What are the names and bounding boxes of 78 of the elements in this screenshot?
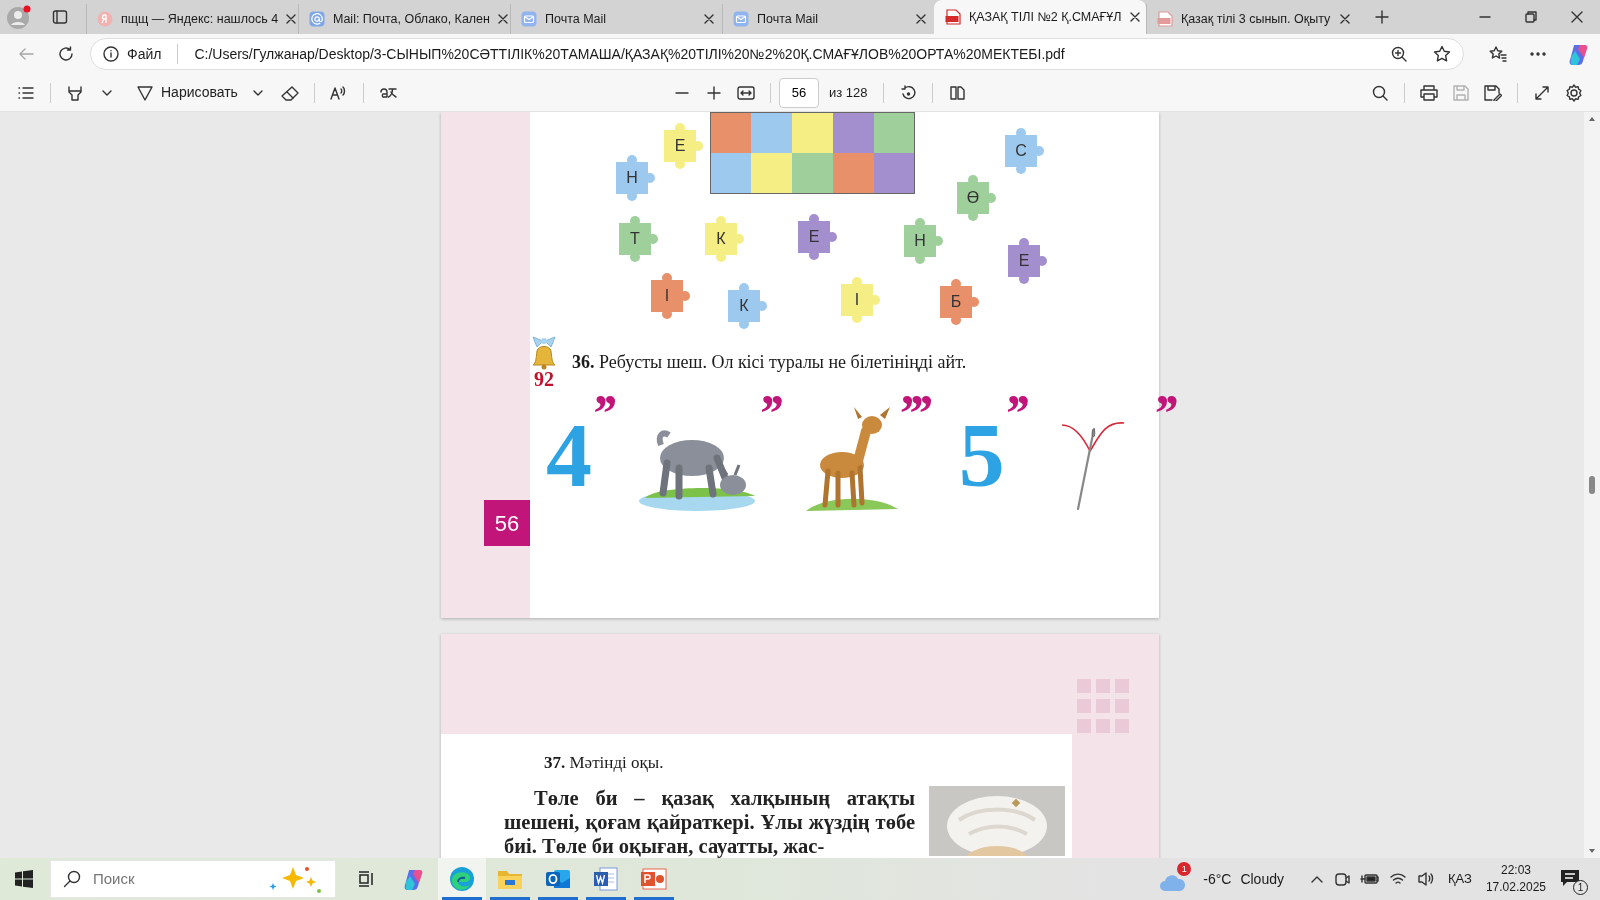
volume-icon[interactable]	[1417, 870, 1434, 888]
puzzle-piece: Ө	[949, 174, 997, 222]
notification-count: 1	[1573, 880, 1588, 895]
quote-marks: ’’	[1004, 393, 1028, 435]
scroll-up-icon[interactable]	[1588, 116, 1596, 122]
weather-condition[interactable]: Cloudy	[1240, 868, 1284, 890]
scroll-down-icon[interactable]	[1588, 848, 1596, 854]
quote-marks: ’’’	[898, 393, 931, 435]
info-icon	[103, 46, 119, 62]
tab-favicon	[945, 9, 961, 25]
taskbar-app-icon[interactable]	[438, 858, 486, 900]
puzzle-piece: Т	[611, 215, 659, 263]
tab-favicon	[97, 11, 113, 27]
clock-time: 22:03	[1500, 862, 1531, 879]
close-icon[interactable]	[286, 14, 297, 24]
tab-title: Почта Mail	[545, 10, 608, 28]
quote-marks: ’’	[1153, 393, 1177, 435]
windows-icon	[15, 870, 33, 888]
quote-marks: ’’	[592, 393, 615, 435]
tab-favicon	[1157, 11, 1173, 27]
puzzle-piece: К	[720, 282, 768, 330]
search-icon	[63, 870, 81, 888]
scheme-label: Файл	[127, 44, 162, 64]
address-bar[interactable]: Файл C:/Users/Гулжанар/Desktop/3-СЫНЫП%20СӘТТІЛІК%20ТАМАША/ҚАЗАҚ%20ТІЛІ%20№2%20Қ.СМАҒҰЛОВ%20ОРТА%20МЕКТЕБІ.pdf	[90, 38, 1464, 70]
close-icon[interactable]	[916, 14, 926, 24]
camera-icon[interactable]	[1334, 871, 1350, 887]
tab-favicon	[309, 11, 325, 27]
draw-button[interactable]: Нарисовать	[137, 78, 238, 107]
puzzle-piece: Б	[932, 278, 980, 326]
reference-number: 92	[534, 369, 554, 389]
draw-icon	[137, 84, 153, 101]
tab-favicon	[521, 11, 537, 27]
tab-title: ҚАЗАҚ ТІЛІ №2 Қ.СМАҒҰЛ	[969, 8, 1122, 26]
search-bar[interactable]: Поиск	[50, 860, 336, 898]
browser-tab[interactable]: ҚАЗАҚ ТІЛІ №2 Қ.СМАҒҰЛ	[934, 0, 1146, 34]
tab-title: пщщ — Яндекс: нашлось 4	[121, 10, 279, 28]
scrollbar-thumb[interactable]	[1589, 476, 1595, 494]
profile-icon[interactable]	[6, 4, 32, 30]
copilot-icon[interactable]	[1568, 43, 1590, 65]
paragraph: Төле би – қазақ халқының атақты шешені, қоғам қайраткері. Ұлы жүздің төбе биі. Төле би оқыған, сауатты, жас-	[504, 785, 915, 858]
tab-title: Қазақ тілі 3 сынып. Оқыту	[1181, 10, 1332, 28]
puzzle-piece: І	[833, 276, 881, 324]
tab-title: Mail: Почта, Облако, Кален	[333, 10, 490, 28]
puzzle-piece: К	[697, 215, 745, 263]
url-text: C:/Users/Гулжанар/Desktop/3-СЫНЫП%20СӘТТІЛІК%20ТАМАША/ҚАЗАҚ%20ТІЛІ%20№2%20Қ.СМАҒҰЛОВ%20ОРТА%20МЕКТЕБІ.pdf	[194, 44, 1066, 64]
clock-date: 17.02.2025	[1485, 879, 1546, 896]
notifications-icon[interactable]	[1560, 869, 1580, 887]
puzzle-piece: С	[997, 127, 1045, 175]
search-field[interactable]: Поиск	[91, 866, 257, 892]
weather-icon[interactable]	[1159, 872, 1188, 892]
notification-badge: 1	[1177, 862, 1192, 876]
puzzle-piece: Н	[608, 154, 656, 202]
puzzle-piece: Е	[656, 122, 704, 170]
temperature[interactable]: -6°C	[1203, 868, 1232, 890]
close-icon[interactable]	[1340, 14, 1350, 24]
input-language[interactable]: ҚАЗ	[1448, 869, 1472, 889]
rebus-digit: 4	[546, 409, 592, 501]
tab-favicon	[733, 11, 749, 27]
battery-icon[interactable]	[1360, 871, 1379, 887]
puzzle-piece: Е	[1000, 237, 1048, 285]
close-icon[interactable]	[1129, 12, 1140, 22]
close-icon[interactable]	[498, 14, 508, 24]
exercise-text: 37. Мәтінді оқы.	[544, 752, 665, 774]
close-icon[interactable]	[704, 14, 714, 24]
exercise-text: 36. Ребусты шеш. Ол кісі туралы не білетініңді айт.	[572, 351, 967, 374]
favorite-icon[interactable]	[1433, 45, 1451, 63]
page-number: 56	[484, 500, 530, 546]
page-number-field[interactable]: 56	[778, 77, 819, 108]
tab-title: Почта Mail	[757, 10, 820, 28]
clock[interactable]: 22:03 17.02.2025	[1485, 862, 1546, 896]
squares-decoration	[1077, 679, 1129, 734]
puzzle-piece: Н	[896, 217, 944, 265]
rebus-digit: 5	[958, 409, 1005, 501]
zoom-icon[interactable]	[1391, 46, 1407, 62]
puzzle-piece: І	[643, 272, 691, 320]
page-count: из 128	[828, 83, 868, 102]
quote-marks: ’’	[758, 393, 782, 435]
puzzle-piece: Е	[790, 213, 838, 261]
